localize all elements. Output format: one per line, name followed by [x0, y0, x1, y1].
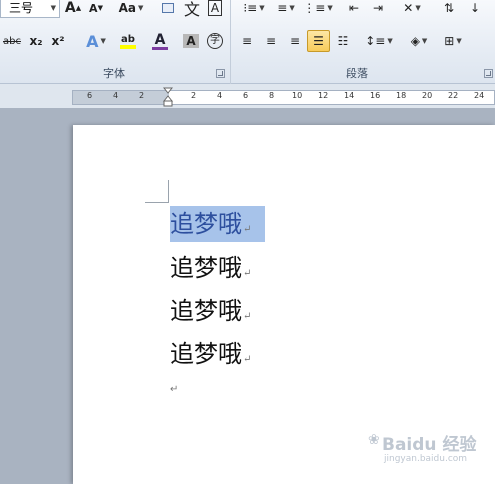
- ruler-number: 2: [191, 91, 197, 100]
- margin-corner-mark: [145, 202, 169, 203]
- ruler-number: 22: [448, 91, 459, 100]
- paragraph-mark: ↵: [170, 384, 179, 395]
- ruler-number: 16: [370, 91, 381, 100]
- ruler-number: 4: [217, 91, 223, 100]
- clear-format-button[interactable]: [158, 0, 178, 19]
- highlight-swatch: [120, 44, 136, 49]
- margin-corner-mark: [168, 180, 169, 203]
- decrease-indent-icon: ⇤: [348, 1, 360, 15]
- group-separator: [230, 0, 231, 84]
- char-shading-button[interactable]: A: [181, 30, 201, 52]
- indent-marker-icon[interactable]: [163, 87, 173, 107]
- font-size-select[interactable]: 三号 ▼: [0, 0, 60, 18]
- watermark-sub: jingyan.baidu.com: [384, 454, 468, 464]
- ruler-number: 24: [474, 91, 485, 100]
- ruler-number: 14: [344, 91, 355, 100]
- font-size-value: 三号: [9, 1, 34, 15]
- chevron-down-icon: ▼: [50, 4, 56, 12]
- align-center-icon: ≡: [265, 34, 277, 48]
- align-left-icon: ≡: [241, 34, 253, 48]
- chinese-layout-button[interactable]: ✕ ▼: [397, 0, 427, 19]
- paw-icon: ❀: [368, 432, 380, 448]
- increase-indent-icon: ⇥: [372, 1, 384, 15]
- shading-button[interactable]: ◈ ▼: [404, 30, 434, 52]
- line-spacing-icon: ↕≡: [365, 34, 386, 48]
- text-line[interactable]: 追梦哦↵: [170, 293, 251, 329]
- justify-button[interactable]: ☰: [307, 30, 330, 52]
- align-left-button[interactable]: ≡: [236, 30, 258, 52]
- strikethrough-button[interactable]: abc: [0, 30, 24, 52]
- align-right-button[interactable]: ≡: [284, 30, 306, 52]
- superscript-button[interactable]: x²: [48, 30, 68, 52]
- distributed-button[interactable]: ☷: [332, 30, 354, 52]
- line-spacing-button[interactable]: ↕≡ ▼: [364, 30, 394, 52]
- subscript-button[interactable]: x₂: [26, 30, 46, 52]
- ribbon: 三号 ▼ A ▲ A ▼ Aa ▼ 文 A abc x₂ x² A ▼ ab A…: [0, 0, 495, 84]
- align-center-button[interactable]: ≡: [260, 30, 282, 52]
- change-case-button[interactable]: Aa ▼: [117, 0, 145, 19]
- numbering-button[interactable]: ≡ ▼: [272, 0, 300, 19]
- paragraph-mark: ↵: [243, 354, 252, 365]
- paragraph-mark: ↵: [243, 268, 252, 279]
- ruler-number: 6: [87, 91, 93, 100]
- paragraph-mark: ↵: [243, 224, 252, 235]
- border-icon: ⊞: [444, 34, 455, 48]
- highlight-button[interactable]: ab: [113, 30, 143, 52]
- ruler-number: 18: [396, 91, 407, 100]
- ruler-number: 10: [292, 91, 303, 100]
- bullets-button[interactable]: ⁝≡ ▼: [240, 0, 268, 19]
- ruler-number: 20: [422, 91, 433, 100]
- text-line-selected[interactable]: 追梦哦↵: [170, 206, 266, 242]
- shrink-font-button[interactable]: A ▼: [86, 0, 106, 19]
- grow-font-button[interactable]: A ▲: [63, 0, 83, 19]
- bullet-list-icon: ⁝≡: [243, 1, 258, 15]
- font-dialog-launcher[interactable]: [216, 69, 225, 78]
- baidu-watermark: ❀ Baidu 经验 jingyan.baidu.com: [368, 430, 478, 470]
- paragraph-mark: ↵: [243, 311, 252, 322]
- ruler-number: 8: [269, 91, 275, 100]
- phonetic-guide-button[interactable]: 文: [181, 0, 203, 19]
- text-line[interactable]: 追梦哦↵: [170, 250, 251, 286]
- chinese-layout-icon: ✕: [403, 1, 414, 15]
- char-border-button[interactable]: A: [205, 0, 225, 19]
- paragraph-dialog-launcher[interactable]: [484, 69, 493, 78]
- numbered-list-icon: ≡: [277, 1, 288, 15]
- ruler-number: 4: [113, 91, 119, 100]
- enclose-char-button[interactable]: 字: [204, 30, 226, 52]
- justify-icon: ☰: [313, 34, 324, 48]
- eraser-icon: [162, 3, 174, 13]
- paint-bucket-icon: ◈: [410, 34, 420, 48]
- sort-button[interactable]: ⇅: [438, 0, 460, 19]
- decrease-indent-button[interactable]: ⇤: [343, 0, 365, 19]
- text-line[interactable]: 追梦哦↵: [170, 336, 251, 372]
- multilevel-list-button[interactable]: ⋮≡ ▼: [303, 0, 332, 19]
- show-marks-button[interactable]: ↓: [464, 0, 486, 19]
- horizontal-ruler[interactable]: 6 4 2 2 4 6 8 10 12 14 16 18 20 22 24: [72, 90, 495, 105]
- ruler-number: 12: [318, 91, 329, 100]
- distributed-icon: ☷: [337, 34, 349, 48]
- paragraph-group-label: 段落: [346, 67, 368, 80]
- watermark-main: Baidu 经验: [382, 435, 477, 455]
- align-right-icon: ≡: [289, 34, 301, 48]
- borders-button[interactable]: ⊞ ▼: [438, 30, 468, 52]
- font-color-swatch: [152, 46, 168, 50]
- multilevel-list-icon: ⋮≡: [303, 1, 326, 15]
- increase-indent-button[interactable]: ⇥: [367, 0, 389, 19]
- ruler-number: 6: [243, 91, 249, 100]
- font-group-label: 字体: [103, 67, 125, 80]
- paragraph-mark-icon: ↓: [469, 1, 481, 15]
- sort-icon: ⇅: [443, 1, 455, 15]
- font-color-button[interactable]: A: [145, 30, 175, 52]
- text-effects-button[interactable]: A ▼: [82, 30, 110, 52]
- ruler-number: 2: [139, 91, 145, 100]
